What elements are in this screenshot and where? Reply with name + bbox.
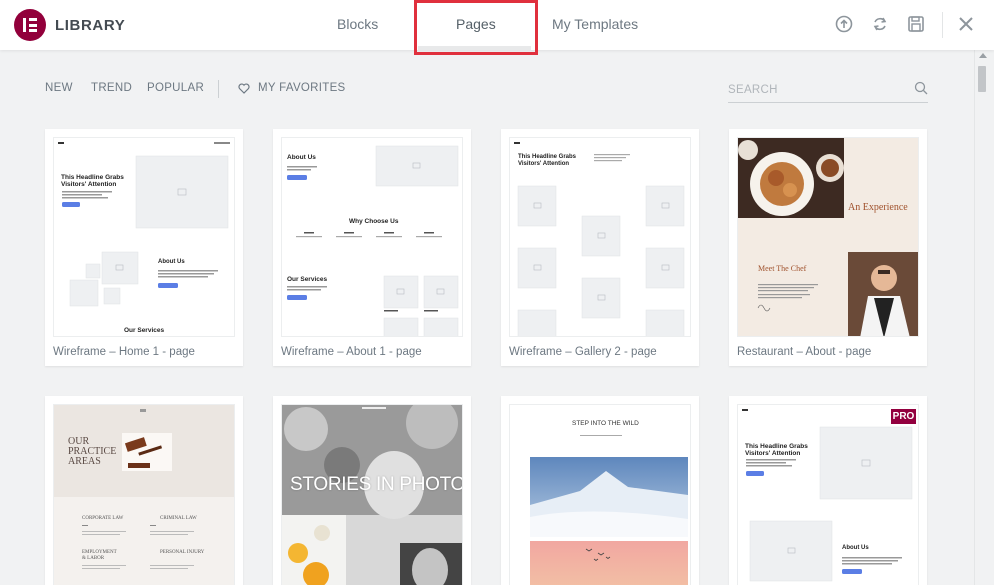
template-card-title: Wireframe – Home 1 - page — [53, 346, 195, 358]
pro-badge: PRO — [891, 409, 916, 424]
template-card-wireframe-gallery[interactable]: This Headline Grabs Visitors' Attention W… — [501, 129, 699, 366]
save-icon[interactable] — [906, 14, 926, 34]
template-card-title: Wireframe – Gallery 2 - page — [509, 346, 657, 358]
template-thumbnail: This Headline Grabs Visitors' Attention — [509, 137, 691, 337]
close-icon[interactable] — [956, 14, 976, 34]
thumb-headline: This Headline Grabs Visitors' Attention — [518, 154, 577, 167]
thumb-meet-chef: Meet The Chef — [758, 264, 807, 273]
library-title: LIBRARY — [55, 17, 126, 34]
thumb-headline: This Headline Grabs Visitors' Attention — [745, 443, 808, 457]
template-thumbnail: An Experience Meet The Chef — [737, 137, 919, 337]
thumb-practice-areas: OUR PRACTICE AREAS — [68, 436, 117, 467]
header-divider — [942, 12, 943, 38]
active-tab-indicator — [418, 46, 531, 50]
thumb-corporate-law: CORPORATE LAW — [82, 516, 124, 521]
elementor-logo-icon — [14, 9, 46, 41]
thumb-about: About Us — [287, 154, 316, 161]
thumb-why-choose: Why Choose Us — [349, 218, 399, 225]
upload-icon[interactable] — [834, 14, 854, 34]
filter-my-favorites[interactable]: MY FAVORITES — [258, 82, 346, 94]
thumb-step-into-wild: STEP INTO THE WILD — [572, 420, 639, 427]
template-thumbnail: About Us Why Choose Us Our Services — [281, 137, 463, 337]
thumb-personal-injury: PERSONAL INJURY — [160, 550, 205, 555]
tab-blocks[interactable]: Blocks — [337, 16, 378, 32]
template-thumbnail: This Headline Grabs Visitors' Attention A… — [53, 137, 235, 337]
template-card-wireframe-about[interactable]: About Us Why Choose Us Our Services Wire… — [273, 129, 471, 366]
filter-popular[interactable]: POPULAR — [147, 82, 204, 94]
thumb-services: Our Services — [124, 327, 165, 334]
thumb-stories-in-photos: STORIES IN PHOTOS — [290, 474, 463, 495]
template-card-stories-photos[interactable]: STORIES IN PHOTOS — [273, 396, 471, 585]
sync-icon[interactable] — [870, 14, 890, 34]
template-thumbnail: This Headline Grabs Visitors' Attention A… — [737, 404, 919, 585]
search-icon[interactable] — [914, 81, 928, 95]
filter-new[interactable]: NEW — [45, 82, 73, 94]
thumb-services: Our Services — [287, 276, 328, 283]
template-card-wireframe-pro[interactable]: This Headline Grabs Visitors' Attention A… — [729, 396, 927, 585]
template-thumbnail: OUR PRACTICE AREAS CORPORATE LAW CRIMINAL … — [53, 404, 235, 585]
scrollbar-thumb[interactable] — [978, 66, 986, 92]
template-card-title: Restaurant – About - page — [737, 346, 872, 358]
template-card-law-practice[interactable]: OUR PRACTICE AREAS CORPORATE LAW CRIMINAL … — [45, 396, 243, 585]
scrollbar-track[interactable] — [974, 50, 990, 585]
library-header: LIBRARY Blocks Pages My Templates — [0, 0, 994, 50]
template-card-title: Wireframe – About 1 - page — [281, 346, 422, 358]
filter-trend[interactable]: TREND — [91, 82, 132, 94]
thumb-about: About Us — [842, 545, 869, 551]
tab-my-templates[interactable]: My Templates — [552, 16, 638, 32]
scroll-up-arrow-icon[interactable] — [979, 53, 987, 58]
template-thumbnail: STORIES IN PHOTOS — [281, 404, 463, 585]
thumb-employment: EMPLOYMENT & LABOR — [82, 550, 117, 561]
thumb-experience: An Experience — [848, 202, 908, 213]
heart-icon[interactable] — [238, 83, 250, 94]
template-card-restaurant-about[interactable]: An Experience Meet The Chef Restaurant –… — [729, 129, 927, 366]
thumb-criminal-law: CRIMINAL LAW — [160, 516, 197, 521]
tab-pages[interactable]: Pages — [456, 16, 496, 32]
search-input[interactable] — [728, 80, 908, 100]
thumb-about: About Us — [158, 259, 185, 265]
thumb-headline: This Headline Grabs Visitors' Attention — [61, 174, 124, 188]
template-thumbnail: STEP INTO THE WILD — [509, 404, 691, 585]
filter-separator — [218, 80, 219, 98]
search-box — [728, 78, 928, 103]
template-card-wireframe-home[interactable]: This Headline Grabs Visitors' Attention A… — [45, 129, 243, 366]
template-card-step-into-wild[interactable]: STEP INTO THE WILD — [501, 396, 699, 585]
